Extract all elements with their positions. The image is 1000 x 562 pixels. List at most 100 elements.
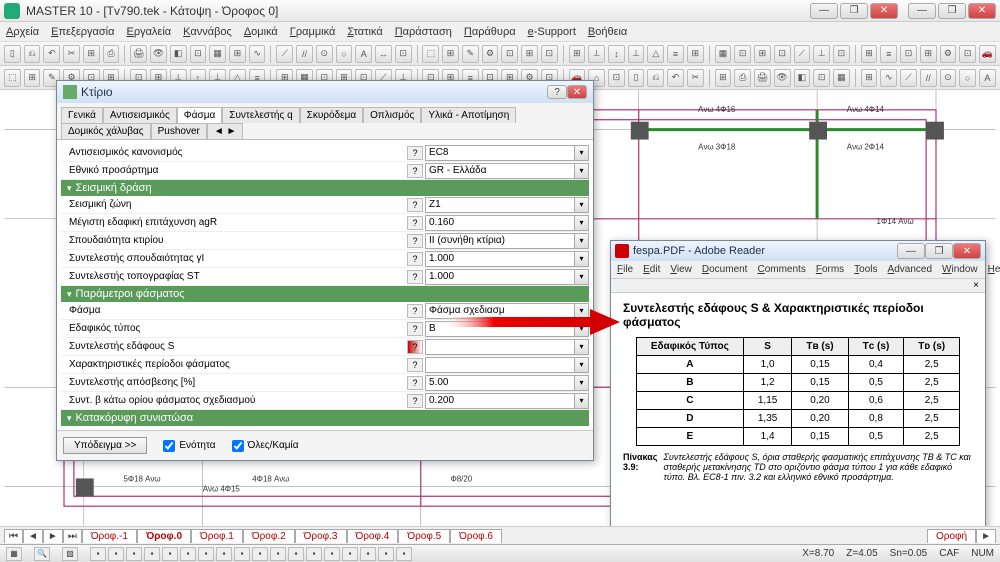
floor-tab[interactable]: Όροφ.6: [450, 529, 502, 543]
menu-βοήθεια[interactable]: Βοήθεια: [588, 26, 627, 38]
toolbar-button[interactable]: ⎌: [647, 69, 664, 87]
status-tool-icon[interactable]: ▦: [6, 547, 22, 561]
status-tool-button[interactable]: ▪: [324, 547, 340, 561]
property-value[interactable]: ΙΙ (συνήθη κτίρια): [425, 233, 575, 249]
toolbar-button[interactable]: ⊡: [541, 45, 558, 63]
property-value[interactable]: 0.160: [425, 215, 575, 231]
toolbar-button[interactable]: ≡: [880, 45, 897, 63]
property-value[interactable]: Φάσμα σχεδιασμ: [425, 303, 575, 319]
pdf-menu-document[interactable]: Document: [702, 264, 748, 275]
status-tool-button[interactable]: ▪: [396, 547, 412, 561]
floor-tab[interactable]: Όροφ.-1: [82, 529, 137, 543]
status-tool-button[interactable]: ▪: [306, 547, 322, 561]
floor-tab[interactable]: Όροφ.1: [191, 529, 243, 543]
chevron-down-icon[interactable]: ▾: [575, 375, 589, 391]
property-value[interactable]: Z1: [425, 197, 575, 213]
toolbar-button[interactable]: ↶: [667, 69, 684, 87]
pdf-close-button[interactable]: ✕: [953, 243, 981, 259]
toolbar-button[interactable]: 🖨: [130, 45, 147, 63]
floor-tab[interactable]: Όροφ.0: [137, 529, 191, 543]
status-tool-button[interactable]: ▪: [108, 547, 124, 561]
toolbar-button[interactable]: ↔: [375, 45, 392, 63]
chevron-down-icon[interactable]: ▾: [575, 215, 589, 231]
toolbar-button[interactable]: ▦: [715, 45, 732, 63]
pdf-menu-window[interactable]: Window: [942, 264, 978, 275]
toolbar-button[interactable]: ▦: [833, 69, 850, 87]
menu-παράθυρα[interactable]: Παράθυρα: [464, 26, 516, 38]
section-spectrum-params[interactable]: ▾Παράμετροι φάσματος: [61, 286, 589, 302]
pdf-menu-help[interactable]: Help: [988, 264, 1000, 275]
chevron-down-icon[interactable]: ▾: [575, 321, 589, 337]
toolbar-button[interactable]: ⊞: [24, 69, 41, 87]
toolbar-button[interactable]: ⎌: [24, 45, 41, 63]
property-value[interactable]: 0.200: [425, 393, 575, 409]
menu-καννάβος[interactable]: Καννάβος: [183, 26, 232, 38]
toolbar-button[interactable]: ⟂: [588, 45, 605, 63]
status-tool-button[interactable]: ▪: [216, 547, 232, 561]
toolbar-button[interactable]: ▦: [209, 45, 226, 63]
chevron-down-icon[interactable]: ▾: [575, 251, 589, 267]
tab-Αντισεισμικός[interactable]: Αντισεισμικός: [103, 107, 177, 123]
toolbar-button[interactable]: ⊡: [395, 45, 412, 63]
chevron-down-icon[interactable]: ▾: [575, 233, 589, 249]
property-value[interactable]: GR - Ελλάδα: [425, 163, 575, 179]
dialog-close-button[interactable]: ✕: [567, 85, 587, 99]
dialog-help-button[interactable]: ?: [547, 85, 567, 99]
pdf-content[interactable]: Συντελεστής εδάφους S & Χαρακτηριστικές …: [611, 293, 985, 529]
tab-Pushover[interactable]: Pushover: [151, 123, 207, 139]
help-icon[interactable]: ?: [407, 322, 423, 336]
floor-tab[interactable]: Όροφ.3: [295, 529, 347, 543]
property-value[interactable]: EC8: [425, 145, 575, 161]
help-icon[interactable]: ?: [407, 216, 423, 230]
toolbar-button[interactable]: ⟋: [794, 45, 811, 63]
toolbar-button[interactable]: ⬚: [422, 45, 439, 63]
property-value[interactable]: 1.000: [425, 269, 575, 285]
toolbar-button[interactable]: ↕: [608, 45, 625, 63]
pdf-menu-forms[interactable]: Forms: [816, 264, 844, 275]
toolbar-button[interactable]: ▯: [4, 45, 21, 63]
chevron-down-icon[interactable]: ▾: [575, 163, 589, 179]
pdf-menu-advanced[interactable]: Advanced: [888, 264, 932, 275]
toolbar-button[interactable]: ⊞: [569, 45, 586, 63]
toolbar-button[interactable]: ⊞: [715, 69, 732, 87]
property-value[interactable]: 1.000: [425, 251, 575, 267]
pdf-menu-file[interactable]: File: [617, 264, 633, 275]
toolbar-button[interactable]: ⊡: [813, 69, 830, 87]
help-icon[interactable]: ?: [407, 234, 423, 248]
toolbar-button[interactable]: ⊙: [316, 45, 333, 63]
help-icon[interactable]: ?: [407, 394, 423, 408]
toolbar-button[interactable]: 👁: [150, 45, 167, 63]
status-tool-button[interactable]: ▪: [342, 547, 358, 561]
help-icon[interactable]: ?: [407, 340, 423, 354]
toolbar-button[interactable]: ⊞: [229, 45, 246, 63]
toolbar-button[interactable]: ⊞: [920, 45, 937, 63]
mdi-restore-button[interactable]: ❐: [938, 3, 966, 19]
toolbar-button[interactable]: ⊞: [861, 69, 878, 87]
toolbar-button[interactable]: ⚙: [940, 45, 957, 63]
tab-Υλικά - Αποτίμηση[interactable]: Υλικά - Αποτίμηση: [421, 107, 516, 123]
minimize-button[interactable]: —: [810, 3, 838, 19]
tab-first-icon[interactable]: ⏮: [4, 529, 23, 543]
tab-Δομικός χάλυβας[interactable]: Δομικός χάλυβας: [61, 123, 151, 139]
help-icon[interactable]: ?: [407, 164, 423, 178]
toolbar-button[interactable]: //: [920, 69, 937, 87]
property-value[interactable]: [425, 339, 575, 355]
toolbar-button[interactable]: ⊡: [833, 45, 850, 63]
toolbar-button[interactable]: ▯: [628, 69, 645, 87]
toolbar-button[interactable]: ⊡: [734, 45, 751, 63]
menu-εργαλεία[interactable]: Εργαλεία: [126, 26, 171, 38]
toolbar-button[interactable]: ○: [959, 69, 976, 87]
help-icon[interactable]: ?: [407, 270, 423, 284]
section-seismic-action[interactable]: ▾Σεισμική δράση: [61, 180, 589, 196]
floor-tab[interactable]: Όροφ.5: [398, 529, 450, 543]
toolbar-button[interactable]: A: [355, 45, 372, 63]
chevron-down-icon[interactable]: ▾: [575, 393, 589, 409]
toolbar-button[interactable]: ✎: [462, 45, 479, 63]
toolbar-button[interactable]: ⊞: [861, 45, 878, 63]
menu-e-support[interactable]: e-Support: [528, 26, 576, 38]
status-tool-button[interactable]: ▪: [360, 547, 376, 561]
floor-tab[interactable]: Όροφ.4: [347, 529, 399, 543]
toolbar-button[interactable]: ⊙: [940, 69, 957, 87]
toolbar-button[interactable]: 👁: [774, 69, 791, 87]
section-vertical-component[interactable]: ▾Κατακόρυφη συνιστώσα: [61, 410, 589, 426]
